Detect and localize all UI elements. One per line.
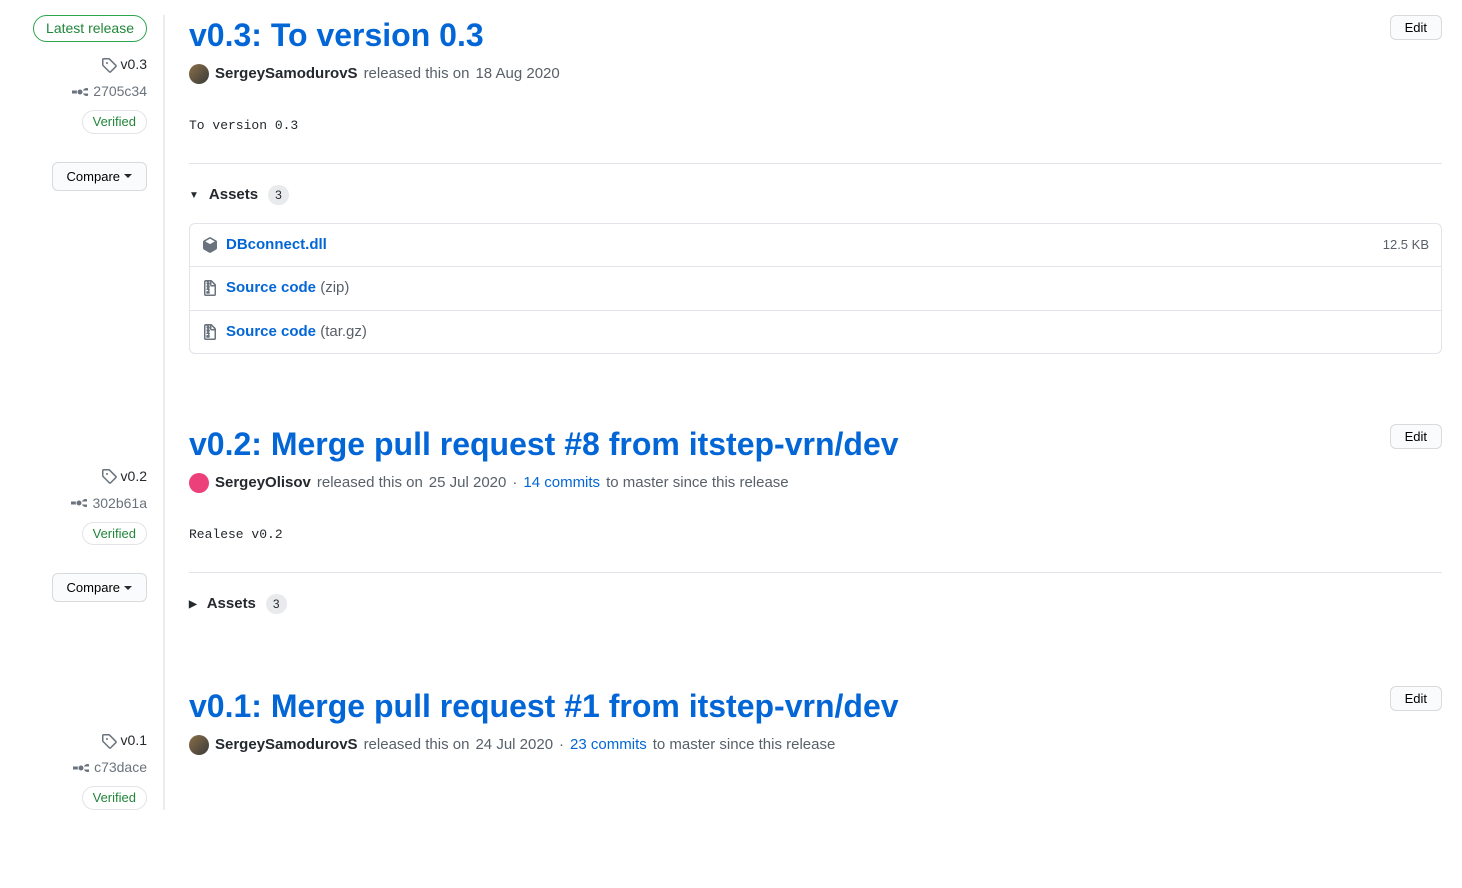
- tag-name: v0.3: [121, 54, 147, 75]
- asset-ext: (zip): [320, 279, 349, 296]
- release-block: v0.3: To version 0.3 Edit SergeySamoduro…: [189, 15, 1442, 354]
- commit-line[interactable]: 2705c34: [72, 81, 147, 102]
- assets-label: Assets: [207, 593, 256, 616]
- commit-icon: [73, 760, 89, 776]
- edit-button[interactable]: Edit: [1390, 424, 1442, 449]
- assets-count: 3: [266, 594, 287, 614]
- compare-button[interactable]: Compare: [52, 573, 147, 602]
- verified-badge[interactable]: Verified: [82, 786, 147, 810]
- assets-toggle[interactable]: ▶ Assets 3: [189, 593, 1442, 616]
- commit-icon: [71, 495, 87, 511]
- dot-sep: ·: [559, 734, 564, 757]
- asset-basename: Source code: [226, 279, 316, 296]
- commit-line[interactable]: c73dace: [73, 757, 147, 778]
- latest-release-badge: Latest release: [33, 15, 147, 42]
- avatar[interactable]: [189, 473, 209, 493]
- asset-row: Source code (tar.gz): [190, 311, 1441, 354]
- asset-name[interactable]: Source code (tar.gz): [226, 321, 367, 344]
- compare-button[interactable]: Compare: [52, 162, 147, 191]
- asset-size: 12.5 KB: [1383, 235, 1429, 255]
- asset-row: DBconnect.dll 12.5 KB: [190, 224, 1441, 268]
- avatar[interactable]: [189, 64, 209, 84]
- release-date: 25 Jul 2020: [429, 472, 507, 495]
- since-text: to master since this release: [606, 472, 789, 495]
- released-prefix: released this on: [364, 63, 470, 86]
- sidebar-release-0: Latest release v0.3 2705c34 Verified Com…: [20, 15, 147, 191]
- released-prefix: released this on: [364, 734, 470, 757]
- asset-name[interactable]: DBconnect.dll: [226, 234, 327, 257]
- author-link[interactable]: SergeyOlisov: [215, 472, 311, 495]
- since-text: to master since this release: [653, 734, 836, 757]
- release-title[interactable]: v0.1: Merge pull request #1 from itstep-…: [189, 686, 899, 726]
- release-date: 24 Jul 2020: [475, 734, 553, 757]
- assets-list: DBconnect.dll 12.5 KB Source code (zip): [189, 223, 1442, 355]
- edit-button[interactable]: Edit: [1390, 15, 1442, 40]
- tag-line[interactable]: v0.3: [101, 54, 147, 75]
- tag-line[interactable]: v0.2: [101, 466, 147, 487]
- asset-name[interactable]: Source code (zip): [226, 277, 349, 300]
- asset-ext: (tar.gz): [320, 323, 367, 340]
- chevron-down-icon: [124, 586, 132, 590]
- divider: [189, 572, 1442, 573]
- tag-icon: [101, 57, 117, 73]
- release-date: 18 Aug 2020: [475, 63, 559, 86]
- zip-icon: [202, 280, 218, 296]
- tag-icon: [101, 468, 117, 484]
- released-prefix: released this on: [317, 472, 423, 495]
- avatar[interactable]: [189, 735, 209, 755]
- asset-basename: Source code: [226, 323, 316, 340]
- compare-label: Compare: [67, 169, 120, 184]
- caret-down-icon: ▼: [189, 188, 199, 203]
- commit-sha[interactable]: c73dace: [94, 757, 147, 778]
- release-block: v0.1: Merge pull request #1 from itstep-…: [189, 686, 1442, 757]
- verified-badge[interactable]: Verified: [82, 522, 147, 546]
- edit-button[interactable]: Edit: [1390, 686, 1442, 711]
- verified-badge[interactable]: Verified: [82, 110, 147, 134]
- release-title[interactable]: v0.2: Merge pull request #8 from itstep-…: [189, 424, 899, 464]
- release-description: To version 0.3: [189, 116, 1442, 136]
- release-title[interactable]: v0.3: To version 0.3: [189, 15, 484, 55]
- release-byline: SergeySamodurovS released this on 18 Aug…: [189, 63, 1442, 86]
- dot-sep: ·: [512, 472, 517, 495]
- assets-count: 3: [268, 185, 289, 205]
- sidebar-release-2: v0.1 c73dace Verified: [20, 730, 147, 810]
- commits-link[interactable]: 14 commits: [523, 472, 600, 495]
- tag-icon: [101, 733, 117, 749]
- commit-sha[interactable]: 302b61a: [92, 493, 147, 514]
- release-byline: SergeyOlisov released this on 25 Jul 202…: [189, 472, 1442, 495]
- sidebar-release-1: v0.2 302b61a Verified Compare: [20, 466, 147, 603]
- package-icon: [202, 237, 218, 253]
- commit-sha[interactable]: 2705c34: [93, 81, 147, 102]
- chevron-down-icon: [124, 174, 132, 178]
- tag-line[interactable]: v0.1: [101, 730, 147, 751]
- tag-name: v0.1: [121, 730, 147, 751]
- commits-link[interactable]: 23 commits: [570, 734, 647, 757]
- commit-icon: [72, 84, 88, 100]
- release-byline: SergeySamodurovS released this on 24 Jul…: [189, 734, 1442, 757]
- compare-label: Compare: [67, 580, 120, 595]
- asset-row: Source code (zip): [190, 267, 1441, 311]
- caret-right-icon: ▶: [189, 597, 197, 612]
- assets-label: Assets: [209, 184, 258, 207]
- author-link[interactable]: SergeySamodurovS: [215, 63, 358, 86]
- commit-line[interactable]: 302b61a: [71, 493, 147, 514]
- divider: [189, 163, 1442, 164]
- assets-toggle[interactable]: ▼ Assets 3: [189, 184, 1442, 207]
- release-description: Realese v0.2: [189, 525, 1442, 545]
- release-block: v0.2: Merge pull request #8 from itstep-…: [189, 424, 1442, 616]
- zip-icon: [202, 324, 218, 340]
- author-link[interactable]: SergeySamodurovS: [215, 734, 358, 757]
- tag-name: v0.2: [121, 466, 147, 487]
